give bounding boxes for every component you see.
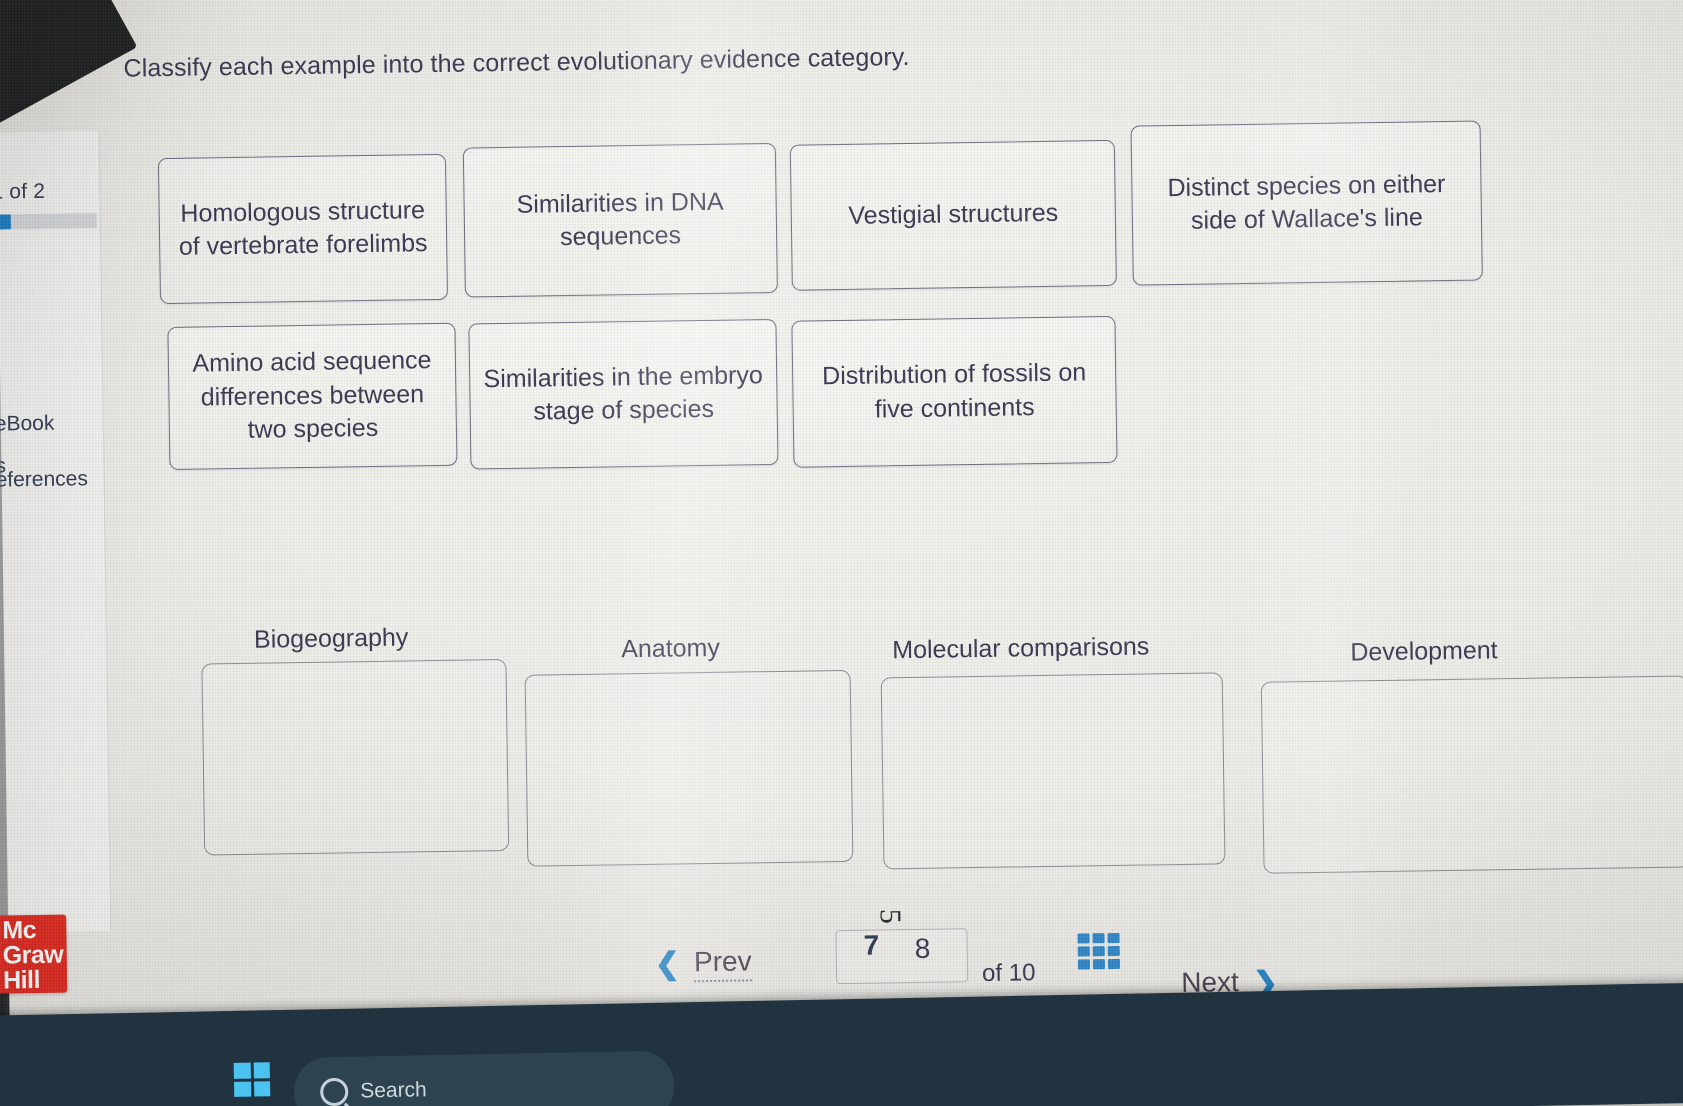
draggable-card[interactable]: Homologous structure of vertebrate forel… <box>157 153 449 305</box>
sidebar-item-references[interactable]: eferences <box>0 467 88 492</box>
draggable-card[interactable]: Distinct species on either side of Walla… <box>1130 120 1483 286</box>
sidebar-progress-fill <box>0 214 11 230</box>
draggable-card[interactable]: Amino acid sequence differences between … <box>167 322 458 470</box>
sidebar-progress-bar <box>0 213 97 230</box>
drop-zone-molecular-comparisons[interactable] <box>880 672 1226 870</box>
draggable-card[interactable]: Distribution of fossils on five continen… <box>791 315 1118 468</box>
drop-zone-label-anatomy: Anatomy <box>621 633 721 664</box>
handwritten-annotation: 5 <box>873 908 907 925</box>
draggable-card[interactable]: Similarities in DNA sequences <box>462 142 778 298</box>
drop-zone-label-development: Development <box>1350 636 1498 667</box>
grid-view-icon[interactable] <box>1077 932 1121 970</box>
search-icon <box>319 1077 349 1106</box>
drop-zone-label-biogeography: Biogeography <box>253 623 409 654</box>
drop-zone-biogeography[interactable] <box>201 658 510 856</box>
page-number-input[interactable] <box>835 928 969 985</box>
taskbar-search-placeholder: Search <box>359 1078 427 1103</box>
draggable-card[interactable]: Vestigial structures <box>789 139 1117 291</box>
draggable-card[interactable]: Similarities in the embryo stage of spec… <box>468 318 779 470</box>
windows-logo-icon[interactable] <box>233 1062 271 1097</box>
sidebar-progress-label: 1 of 2 <box>0 179 46 204</box>
question-prompt: Classify each example into the correct e… <box>123 42 910 83</box>
quiz-application: 1 of 2 s eBook eferences Mc Graw Hill Cl… <box>0 0 1683 1106</box>
sidebar: 1 of 2 s eBook eferences <box>0 130 112 934</box>
sidebar-item-ebook[interactable]: eBook <box>0 412 55 437</box>
drop-zone-development[interactable] <box>1260 675 1683 874</box>
logo-line-2: Graw <box>2 940 64 970</box>
page-total-label: of 10 <box>981 959 1036 987</box>
drop-zone-label-molecular-comparisons: Molecular comparisons <box>892 632 1150 665</box>
drop-zone-anatomy[interactable] <box>524 669 854 867</box>
page-number-adjacent: 8 <box>914 932 931 964</box>
mcgraw-hill-logo: Mc Graw Hill <box>0 914 68 995</box>
logo-line-1: Mc <box>2 915 37 945</box>
monitor-bezel-corner <box>0 0 138 139</box>
taskbar-search-input[interactable]: Search <box>293 1050 675 1106</box>
screen-photo: 1 of 2 s eBook eferences Mc Graw Hill Cl… <box>0 0 1683 1106</box>
chevron-left-icon: ❮ <box>654 947 681 981</box>
prev-button[interactable]: ❮ Prev <box>654 945 752 983</box>
logo-line-3: Hill <box>2 965 41 995</box>
page-number-current: 7 <box>863 929 880 961</box>
prev-button-label: Prev <box>693 945 752 983</box>
